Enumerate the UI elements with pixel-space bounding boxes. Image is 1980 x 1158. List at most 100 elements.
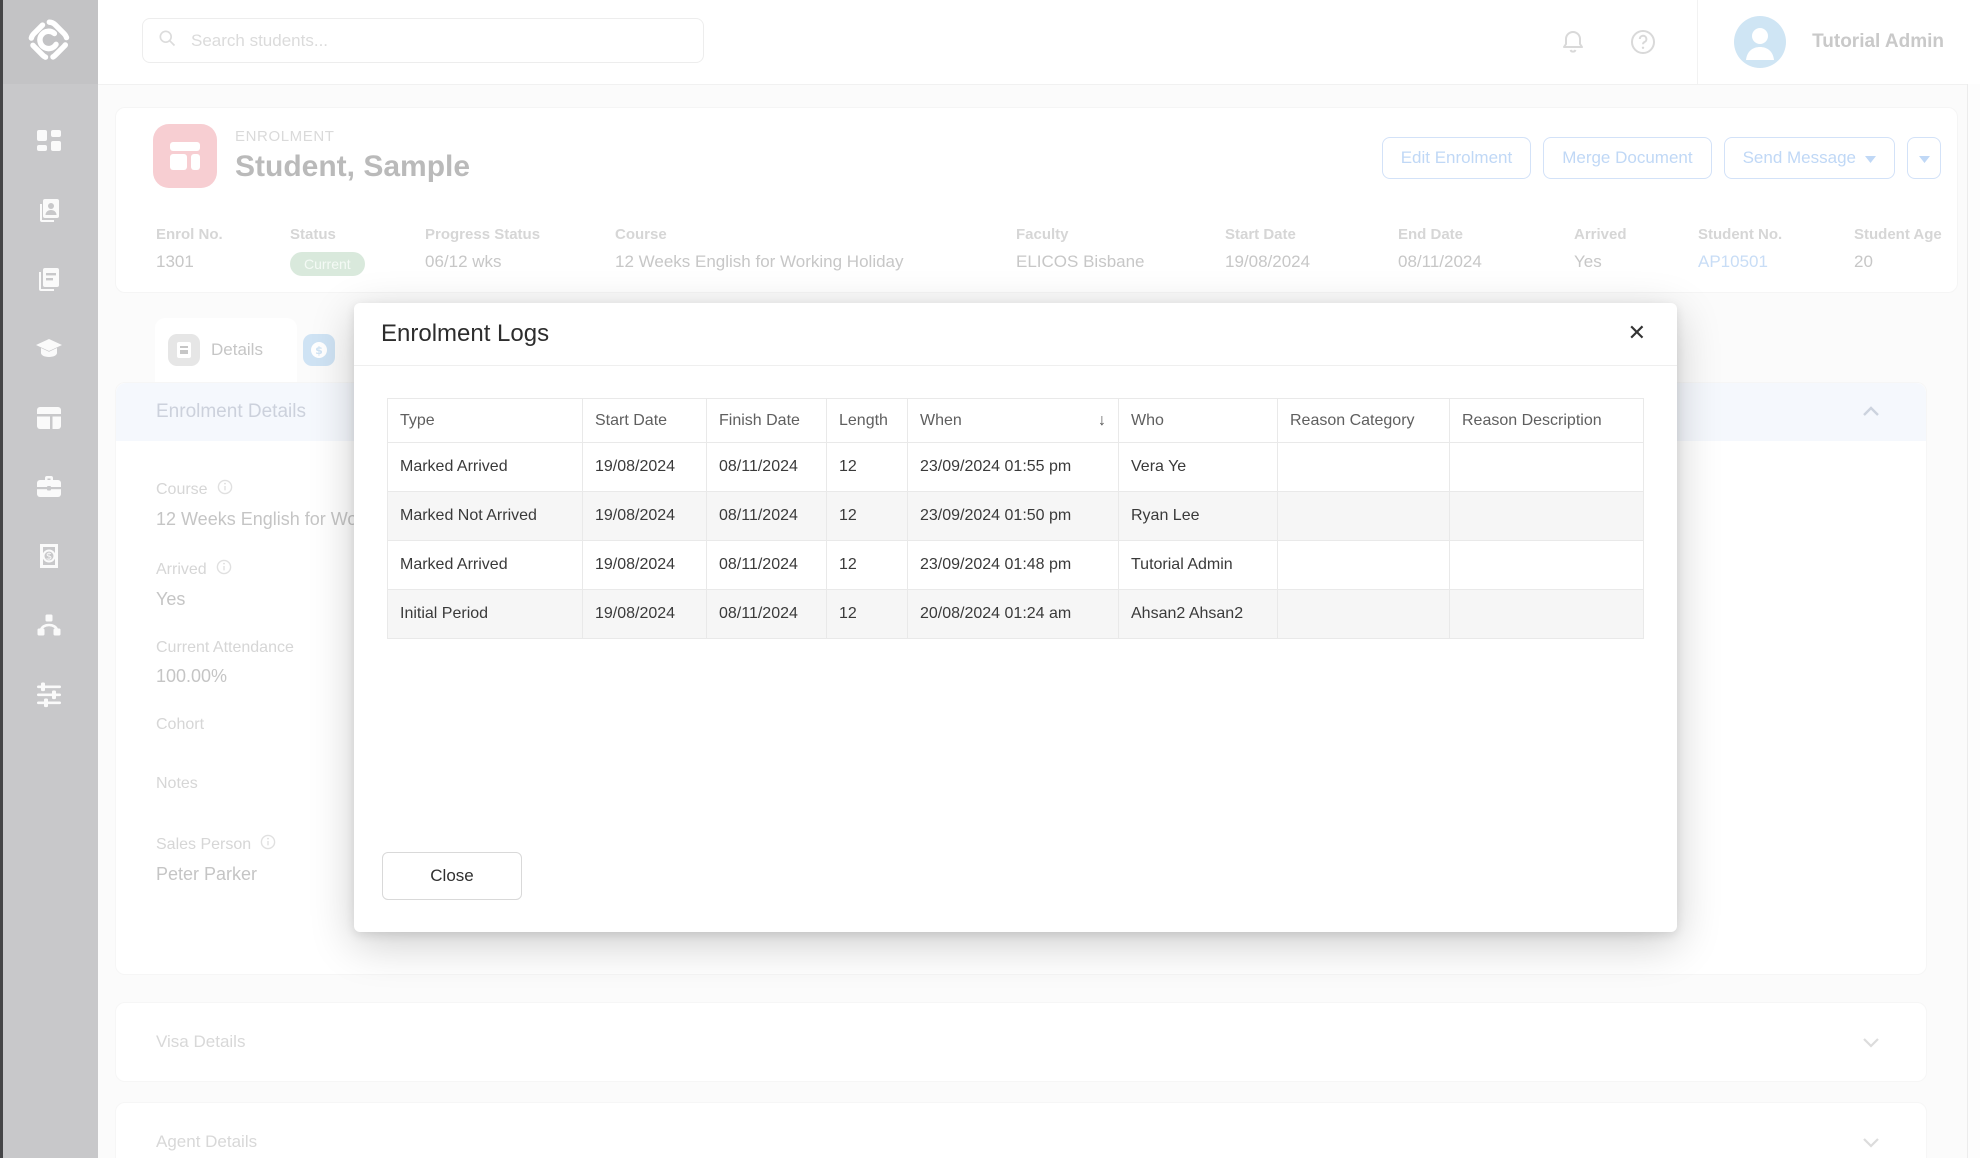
edit-enrolment-button[interactable]: Edit Enrolment (1382, 137, 1532, 179)
finance-icon[interactable]: $ (34, 541, 64, 571)
table-cell: Marked Not Arrived (388, 492, 583, 541)
chevron-up-icon (1856, 397, 1886, 427)
column-header-reason-description[interactable]: Reason Description (1450, 399, 1644, 443)
column-header-when[interactable]: When↓ (908, 399, 1119, 443)
page-title: Student, Sample (235, 150, 470, 184)
info-value[interactable]: AP10501 (1698, 252, 1854, 272)
column-header-inner: Reason Description (1462, 412, 1631, 430)
user-name[interactable]: Tutorial Admin (1812, 31, 1944, 53)
table-cell (1450, 541, 1644, 590)
enrolment-info-row: Enrol No.1301StatusCurrentProgress Statu… (156, 226, 1947, 276)
dashboard-icon[interactable] (34, 127, 64, 157)
column-header-reason-category[interactable]: Reason Category (1278, 399, 1450, 443)
column-header-inner: Start Date (595, 412, 694, 430)
column-header-finish-date[interactable]: Finish Date (707, 399, 827, 443)
scrollbar[interactable] (1967, 84, 1980, 1158)
info-value: 08/11/2024 (1398, 252, 1574, 272)
column-header-start-date[interactable]: Start Date (583, 399, 707, 443)
table-cell: 12 (827, 443, 908, 492)
collapsed-panel-agent-details[interactable]: Agent Details (115, 1102, 1927, 1158)
info-value: ELICOS Bisbane (1016, 252, 1225, 272)
info-label: Status (290, 226, 425, 243)
table-cell (1278, 443, 1450, 492)
close-icon[interactable]: ✕ (1624, 319, 1650, 349)
integrations-icon[interactable] (34, 610, 64, 640)
collapsed-panel-visa-details[interactable]: Visa Details (115, 1002, 1927, 1082)
help-icon[interactable] (1629, 28, 1657, 56)
table-cell: 23/09/2024 01:55 pm (908, 443, 1119, 492)
modal-body: Type Start Date Finish Date Length When↓ Who R… (354, 366, 1677, 639)
table-cell: Marked Arrived (388, 443, 583, 492)
table-row: Marked Arrived19/08/202408/11/20241223/0… (388, 443, 1644, 492)
modal-header: Enrolment Logs ✕ (354, 303, 1677, 366)
app-logo[interactable] (0, 0, 98, 84)
info-label: Faculty (1016, 226, 1225, 243)
notifications-icon[interactable] (1559, 28, 1587, 56)
info-enrol-no: Enrol No.1301 (156, 226, 290, 276)
table-cell: Vera Ye (1119, 443, 1278, 492)
details-tab-icon (168, 334, 200, 366)
info-value: Yes (1574, 252, 1698, 272)
table-row: Initial Period19/08/202408/11/20241220/0… (388, 590, 1644, 639)
tab-details[interactable]: Details (155, 318, 297, 382)
settings-icon[interactable] (34, 679, 64, 709)
collapsed-panel-title: Agent Details (156, 1132, 1856, 1152)
table-cell: 12 (827, 590, 908, 639)
table-cell (1278, 590, 1450, 639)
field-label-text: Course (156, 481, 208, 499)
avatar[interactable] (1734, 16, 1786, 68)
field-label-text: Arrived (156, 561, 207, 579)
collapsed-panel-title: Visa Details (156, 1032, 1856, 1052)
table-cell: Marked Arrived (388, 541, 583, 590)
column-header-inner: Who (1131, 412, 1265, 430)
table-cell: Ryan Lee (1119, 492, 1278, 541)
table-cell (1450, 443, 1644, 492)
section-label: ENROLMENT (235, 128, 335, 145)
table-cell: 23/09/2024 01:48 pm (908, 541, 1119, 590)
chevron-down-icon (1856, 1027, 1886, 1057)
svg-text:$: $ (315, 344, 323, 357)
send-message-button[interactable]: Send Message (1724, 137, 1895, 179)
search-input[interactable] (189, 30, 689, 52)
topbar-divider (1697, 0, 1698, 84)
info-status: StatusCurrent (290, 226, 425, 276)
enrolment-logs-modal: Enrolment Logs ✕ Type Start Date Finish Da… (354, 303, 1677, 932)
table-cell (1450, 590, 1644, 639)
contacts-icon[interactable] (34, 196, 64, 226)
table-cell (1278, 541, 1450, 590)
svg-text:$: $ (46, 552, 52, 563)
column-header-inner: Length (839, 412, 895, 430)
app-root: $ Tut (0, 0, 1980, 1158)
close-button[interactable]: Close (382, 852, 522, 900)
column-header-inner: When↓ (920, 412, 1106, 430)
enrolment-type-icon (153, 124, 217, 188)
info-icon (217, 479, 233, 500)
search-icon (157, 28, 189, 53)
table-cell: 08/11/2024 (707, 443, 827, 492)
info-end-date: End Date08/11/2024 (1398, 226, 1574, 276)
column-header-label: Start Date (595, 412, 694, 430)
more-actions-button[interactable] (1907, 137, 1941, 179)
column-header-who[interactable]: Who (1119, 399, 1278, 443)
table-cell: Tutorial Admin (1119, 541, 1278, 590)
info-student-age: Student Age20 (1854, 226, 1974, 276)
courses-icon[interactable] (34, 334, 64, 364)
topbar-right: Tutorial Admin (1559, 0, 1980, 84)
merge-document-button[interactable]: Merge Document (1543, 137, 1711, 179)
workplace-icon[interactable] (34, 472, 64, 502)
logo-icon (23, 14, 75, 71)
documents-icon[interactable] (34, 265, 64, 295)
chevron-down-icon (1856, 1127, 1886, 1157)
column-header-length[interactable]: Length (827, 399, 908, 443)
enrolments-icon[interactable] (34, 403, 64, 433)
table-cell: 19/08/2024 (583, 443, 707, 492)
enrolment-header-card: ENROLMENT Student, Sample Edit Enrolment… (115, 107, 1958, 293)
column-header-type[interactable]: Type (388, 399, 583, 443)
info-icon (260, 834, 276, 855)
dollar-tab-icon: $ (303, 334, 335, 366)
table-cell: 20/08/2024 01:24 am (908, 590, 1119, 639)
modal-title: Enrolment Logs (381, 320, 1624, 348)
table-cell: 19/08/2024 (583, 541, 707, 590)
table-cell: 23/09/2024 01:50 pm (908, 492, 1119, 541)
tab-details-label: Details (211, 340, 263, 360)
